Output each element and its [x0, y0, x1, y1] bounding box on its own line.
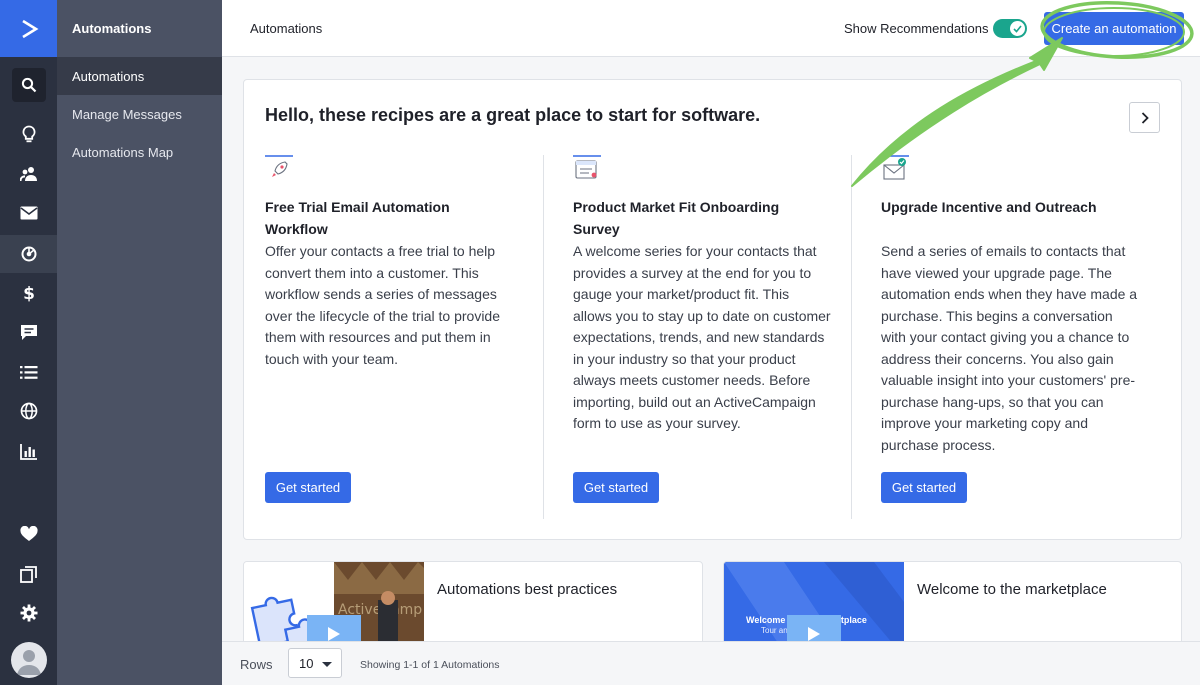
email-icon[interactable] [0, 194, 57, 232]
show-recommendations-toggle[interactable] [993, 19, 1027, 38]
rocket-icon [265, 155, 293, 177]
chevron-down-icon [322, 662, 332, 667]
recipe-description: Send a series of emails to contacts that… [881, 243, 1138, 453]
icon-rail: $ [0, 0, 57, 685]
results-count: Showing 1-1 of 1 Automations [360, 659, 500, 671]
lightbulb-icon[interactable] [0, 115, 57, 153]
recipe-title: Upgrade Incentive and Outreach [881, 199, 1097, 215]
recipe-title: Free Trial Email Automation Workflow [265, 199, 450, 237]
apps-icon[interactable] [0, 555, 57, 593]
contacts-icon[interactable] [0, 155, 57, 193]
column-divider [851, 155, 852, 519]
next-recipes-button[interactable] [1129, 102, 1160, 133]
chevron-right-icon [1141, 111, 1149, 124]
column-divider [543, 155, 544, 519]
get-started-button[interactable]: Get started [265, 472, 351, 503]
settings-icon[interactable] [0, 594, 57, 632]
section-title: Automations [72, 21, 152, 36]
secondary-nav: Automations Automations Manage Messages … [57, 0, 222, 685]
favorites-icon[interactable] [0, 515, 57, 553]
pagination-bar: Rows 10 Showing 1-1 of 1 Automations [222, 641, 1200, 685]
show-recommendations-label: Show Recommendations [844, 21, 989, 36]
get-started-button[interactable]: Get started [573, 472, 659, 503]
page-title: Automations [250, 21, 323, 36]
recipe-title: Product Market Fit Onboarding Survey [573, 199, 780, 237]
recipe-card: Free Trial Email Automation Workflow Off… [265, 155, 533, 519]
search-icon [11, 68, 46, 102]
rows-value: 10 [299, 656, 314, 671]
avatar[interactable] [11, 642, 47, 678]
nav-item-automations[interactable]: Automations [57, 57, 222, 95]
get-started-button[interactable]: Get started [881, 472, 967, 503]
search-button[interactable] [0, 66, 57, 104]
video-title: Welcome to the marketplace [917, 581, 1107, 598]
conversations-icon[interactable] [0, 313, 57, 351]
recipe-description: Offer your contacts a free trial to help… [265, 243, 501, 367]
nav-item-automations-map[interactable]: Automations Map [57, 133, 222, 171]
svg-text:$: $ [23, 284, 35, 303]
envelope-check-icon [881, 155, 909, 180]
lists-icon[interactable] [0, 353, 57, 391]
recipe-card: Product Market Fit Onboarding Survey A w… [573, 155, 841, 519]
survey-icon [573, 155, 601, 179]
recipes-heading: Hello, these recipes are a great place t… [265, 105, 761, 125]
video-title: Automations best practices [437, 581, 618, 598]
recipe-card: Upgrade Incentive and Outreach Send a se… [881, 155, 1149, 519]
automations-icon[interactable] [0, 235, 57, 273]
reports-icon[interactable] [0, 432, 57, 470]
website-icon[interactable] [0, 392, 57, 430]
recipes-panel: Hello, these recipes are a great place t… [243, 79, 1182, 540]
logo-icon[interactable] [0, 0, 57, 57]
nav-item-manage-messages[interactable]: Manage Messages [57, 95, 222, 133]
rows-per-page-select[interactable]: 10 [288, 648, 342, 678]
check-icon [1010, 21, 1025, 36]
page-header: Automations Show Recommendations Create … [222, 0, 1200, 57]
deals-icon[interactable]: $ [0, 274, 57, 312]
recipe-description: A welcome series for your contacts that … [573, 243, 831, 431]
rows-label: Rows [240, 657, 273, 672]
create-automation-button[interactable]: Create an automation [1044, 12, 1184, 45]
